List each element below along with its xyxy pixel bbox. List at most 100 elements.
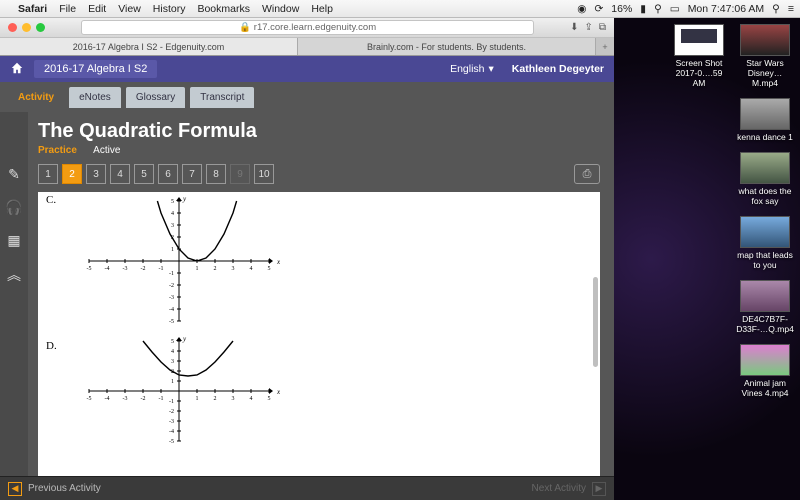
scrollbar[interactable] [593,277,598,367]
menu-history[interactable]: History [153,3,186,15]
tab-activity[interactable]: Activity [8,87,64,108]
file-label: what does the fox say [736,186,794,206]
svg-text:-2: -2 [169,409,174,415]
question-8[interactable]: 8 [206,164,226,184]
question-2[interactable]: 2 [62,164,82,184]
minimize-button[interactable] [22,23,31,32]
address-bar[interactable]: 🔒 r17.core.learn.edgenuity.com [81,20,534,35]
svg-text:y: y [182,336,187,343]
desktop-file[interactable]: DE4C7B7F-D33F-…Q.mp4 [736,280,794,334]
menubar-app[interactable]: Safari [18,3,47,15]
question-1[interactable]: 1 [38,164,58,184]
file-thumbnail [740,152,790,184]
next-activity-label: Next Activity [532,483,586,494]
svg-text:1: 1 [171,379,174,385]
collapse-icon[interactable]: ︽ [7,265,21,285]
menu-help[interactable]: Help [311,3,333,15]
option-d-label[interactable]: D. [46,340,57,352]
tab-enotes[interactable]: eNotes [69,87,121,108]
desktop-file[interactable]: Screen Shot 2017-0….59 AM [670,24,728,88]
svg-text:2: 2 [214,266,217,272]
svg-text:5: 5 [268,266,271,272]
lock-icon: 🔒 [239,22,251,33]
question-10[interactable]: 10 [254,164,274,184]
file-thumbnail [740,344,790,376]
previous-activity-button[interactable]: ◀ Previous Activity [0,482,109,496]
question-6[interactable]: 6 [158,164,178,184]
tab-glossary[interactable]: Glossary [126,87,185,108]
svg-text:1: 1 [196,266,199,272]
sync-icon[interactable]: ⟳ [594,3,603,15]
desktop-file[interactable]: kenna dance 1 [736,98,794,142]
breadcrumb-course[interactable]: 2016-17 Algebra I S2 [34,60,157,78]
tool-rail: ✎ 🎧 ▦ ︽ [0,112,28,476]
svg-text:-4: -4 [169,429,174,435]
display-icon[interactable]: ▭ [670,3,680,15]
maximize-button[interactable] [36,23,45,32]
next-activity-button: Next Activity ▶ [524,482,614,496]
svg-text:-2: -2 [141,396,146,402]
battery-text: 16% [611,3,632,15]
question-4[interactable]: 4 [110,164,130,184]
menu-edit[interactable]: Edit [88,3,106,15]
svg-text:3: 3 [232,396,235,402]
svg-text:1: 1 [196,396,199,402]
svg-text:-4: -4 [105,266,110,272]
browser-tab-1[interactable]: 2016-17 Algebra I S2 - Edgenuity.com [0,38,298,55]
tab-transcript[interactable]: Transcript [190,87,254,108]
mode-practice[interactable]: Practice [38,145,77,156]
new-tab-button[interactable]: + [596,38,614,55]
svg-text:x: x [276,388,281,396]
menu-bookmarks[interactable]: Bookmarks [197,3,250,15]
svg-text:5: 5 [171,199,174,205]
file-label: Animal jam Vines 4.mp4 [736,378,794,398]
spotify-icon[interactable]: ◉ [577,3,586,15]
desktop[interactable]: Screen Shot 2017-0….59 AMStar Wars Disne… [614,18,800,500]
calculator-icon[interactable]: ▦ [7,232,20,249]
svg-text:-3: -3 [169,419,174,425]
tabs-icon[interactable]: ⧉ [599,22,606,33]
previous-activity-label: Previous Activity [28,483,101,494]
window-titlebar: 🔒 r17.core.learn.edgenuity.com ⬇ ⇪ ⧉ [0,18,614,38]
language-selector[interactable]: English ▾ [450,63,494,75]
browser-tab-2[interactable]: Brainly.com - For students. By students. [298,38,596,55]
chevron-down-icon: ▾ [489,63,494,75]
menu-extra-icon[interactable]: ≡ [788,3,794,15]
svg-text:5: 5 [268,396,271,402]
svg-text:2: 2 [214,396,217,402]
svg-text:y: y [182,196,187,203]
menu-window[interactable]: Window [262,3,299,15]
wifi-icon[interactable]: ⚲ [654,3,662,15]
svg-text:-1: -1 [169,271,174,277]
svg-text:-2: -2 [169,283,174,289]
question-7[interactable]: 7 [182,164,202,184]
graph-c-svg: -5-4-3-2-112345-5-4-3-2-112345xy [74,196,284,336]
question-5[interactable]: 5 [134,164,154,184]
svg-text:-1: -1 [159,266,164,272]
desktop-file[interactable]: Star Wars Disney…M.mp4 [736,24,794,88]
close-button[interactable] [8,23,17,32]
menu-view[interactable]: View [118,3,141,15]
svg-text:-5: -5 [169,439,174,445]
headphones-icon[interactable]: 🎧 [5,199,22,216]
home-icon[interactable] [10,61,24,78]
activity-footer: ◀ Previous Activity Next Activity ▶ [0,476,614,500]
option-c-label[interactable]: C. [46,194,56,206]
svg-text:-4: -4 [169,307,174,313]
svg-text:-3: -3 [123,266,128,272]
clock[interactable]: Mon 7:47:06 AM [688,3,764,15]
download-icon[interactable]: ⬇ [570,22,578,33]
user-name[interactable]: Kathleen Degeyter [512,63,604,75]
desktop-file[interactable]: Animal jam Vines 4.mp4 [736,344,794,398]
desktop-file[interactable]: map that leads to you [736,216,794,270]
svg-text:3: 3 [232,266,235,272]
svg-text:-3: -3 [169,295,174,301]
share-icon[interactable]: ⇪ [584,22,592,33]
menu-file[interactable]: File [59,3,76,15]
question-nav: 1 2 3 4 5 6 7 8 9 10 ⎙ [38,164,600,184]
spotlight-icon[interactable]: ⚲ [772,3,780,15]
desktop-file[interactable]: what does the fox say [736,152,794,206]
question-3[interactable]: 3 [86,164,106,184]
pencil-icon[interactable]: ✎ [8,166,20,183]
print-icon[interactable]: ⎙ [574,164,600,184]
